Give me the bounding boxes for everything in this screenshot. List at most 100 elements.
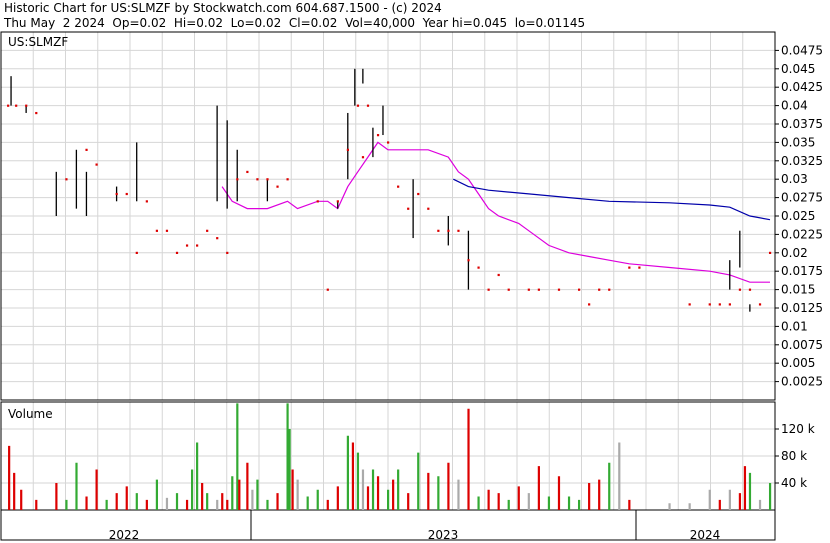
close-dot — [226, 251, 229, 254]
close-dot — [175, 251, 179, 254]
volume-bar — [598, 479, 601, 510]
volume-bar — [507, 499, 510, 510]
volume-bar — [738, 493, 742, 510]
volume-tick-label: 40 k — [781, 476, 807, 490]
volume-bar — [55, 483, 58, 510]
volume-bar — [286, 403, 289, 510]
close-dot — [346, 148, 349, 151]
close-dot — [236, 178, 239, 181]
volume-bar — [95, 469, 98, 510]
volume-bar — [256, 479, 259, 510]
close-dot — [316, 200, 319, 203]
close-dot — [185, 244, 189, 247]
close-dot — [437, 229, 440, 232]
volume-title: Volume — [8, 407, 53, 421]
close-dot — [738, 288, 742, 291]
volume-bar — [437, 476, 440, 510]
volume-bar — [155, 479, 159, 510]
volume-bar — [196, 442, 199, 510]
volume-bar — [577, 499, 581, 510]
volume-bar — [13, 472, 16, 510]
price-tick-label: 0.0175 — [781, 264, 823, 278]
close-dot — [326, 288, 329, 291]
volume-bar — [105, 499, 108, 510]
volume-bar — [356, 452, 360, 510]
volume-bar — [216, 499, 219, 510]
close-dot — [417, 192, 420, 196]
price-tick-label: 0.0475 — [781, 43, 823, 57]
close-dot — [427, 207, 430, 210]
volume-bar — [743, 466, 747, 510]
volume-bar — [35, 499, 38, 510]
price-tick-label: 0.0275 — [781, 191, 823, 205]
close-dot — [85, 148, 88, 151]
close-dot — [216, 237, 219, 240]
close-dot — [246, 170, 249, 174]
price-tick-label: 0.015 — [781, 283, 815, 297]
close-dot — [135, 251, 138, 254]
volume-bar — [361, 469, 365, 510]
volume-bar — [135, 493, 138, 510]
volume-bar — [688, 503, 691, 510]
moving-averages — [221, 141, 771, 283]
close-dot — [598, 288, 601, 291]
volume-bar — [145, 499, 148, 510]
close-dot — [165, 229, 169, 232]
volume-bar — [397, 469, 400, 510]
volume-bar — [567, 496, 571, 510]
price-tick-label: 0.03 — [781, 172, 808, 186]
close-dot — [588, 303, 591, 306]
price-tick-label: 0.0025 — [781, 375, 823, 389]
close-dot — [447, 229, 450, 232]
close-dot — [708, 303, 711, 306]
volume-bar — [708, 489, 711, 510]
price-tick-label: 0.01 — [781, 319, 808, 333]
volume-bar — [758, 499, 762, 510]
volume-bar — [527, 493, 530, 510]
volume-bar — [628, 499, 631, 510]
volume-bar — [417, 452, 420, 510]
volume-bar — [467, 408, 470, 510]
volume-axis-ticks: 120 k 80 k 40 k — [775, 422, 815, 490]
stock-chart: US:SLMZF Volume 2022 2023 2024 0.0475 0.0… — [0, 31, 823, 542]
close-dot — [537, 288, 540, 291]
close-dot — [477, 266, 480, 269]
price-tick-label: 0.04 — [781, 99, 808, 113]
volume-bar — [238, 479, 241, 510]
volume-bar — [768, 483, 772, 510]
volume-bar — [728, 489, 731, 510]
close-dot — [628, 266, 631, 269]
close-dot — [65, 178, 68, 181]
close-dot — [728, 303, 731, 306]
price-tick-label: 0.045 — [781, 62, 815, 76]
volume-bar — [206, 493, 209, 510]
close-dot — [376, 134, 380, 137]
volume-bar — [251, 489, 254, 510]
close-dot — [608, 288, 611, 291]
volume-bar — [497, 493, 500, 510]
volume-bar — [8, 445, 11, 510]
ma-long-line — [453, 178, 771, 221]
close-dot — [286, 178, 289, 181]
price-tick-label: 0.02 — [781, 246, 808, 260]
price-tick-label: 0.0325 — [781, 154, 823, 168]
symbol-label: US:SLMZF — [8, 35, 68, 49]
volume-bar — [748, 472, 752, 510]
volume-bar — [266, 499, 269, 510]
volume-bar — [371, 469, 375, 510]
volume-bar — [165, 497, 169, 510]
volume-bar — [618, 442, 621, 510]
price-tick-label: 0.0075 — [781, 338, 823, 352]
volume-bar — [557, 476, 561, 510]
x-label-2024: 2024 — [690, 528, 721, 542]
x-label-2023: 2023 — [428, 528, 459, 542]
volume-bar — [392, 479, 395, 510]
volume-bar — [185, 499, 189, 510]
price-tick-label: 0.025 — [781, 209, 815, 223]
close-dot — [748, 288, 752, 291]
close-dot — [145, 200, 148, 203]
volume-bar — [547, 496, 551, 510]
x-label-2022: 2022 — [109, 528, 140, 542]
volume-bar — [291, 469, 294, 510]
price-axis-ticks: 0.0475 0.045 0.0425 0.04 0.0375 0.035 0.0325 0.… — [775, 43, 823, 389]
